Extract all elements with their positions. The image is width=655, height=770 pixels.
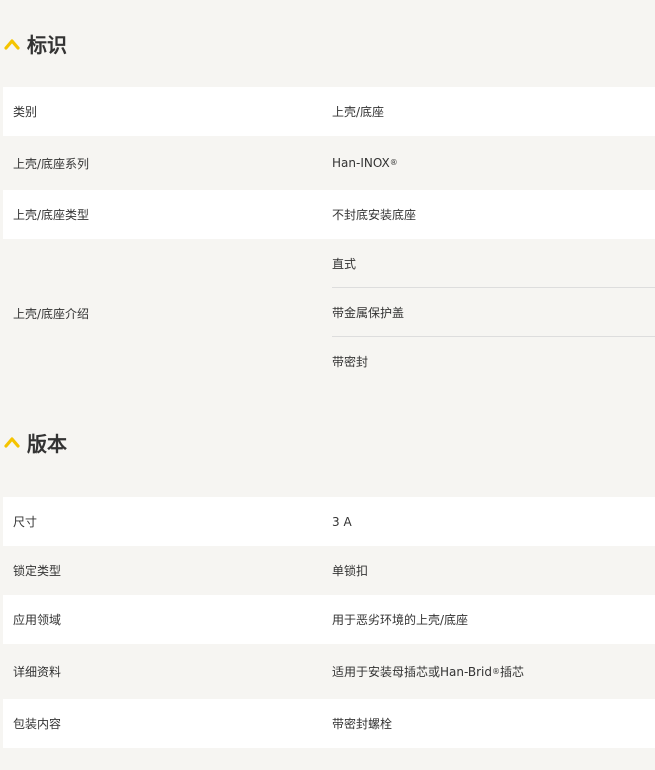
table-row: 上壳/底座介绍 直式 带金属保护盖 带密封 (3, 239, 655, 387)
chevron-up-icon (4, 38, 20, 50)
row-value: 3 A (332, 514, 352, 529)
list-item: 带密封 (332, 355, 369, 369)
row-value: 带密封螺栓 (332, 717, 393, 731)
row-value: 不封底安装底座 (332, 208, 417, 222)
row-label: 上壳/底座类型 (13, 208, 90, 222)
table-row: 应用领域 用于恶劣环境的上壳/底座 (3, 595, 655, 644)
chevron-up-icon (4, 437, 20, 448)
table-row: 类别 上壳/底座 (3, 87, 655, 136)
row-label: 上壳/底座系列 (13, 156, 90, 171)
row-value-list: 直式 带金属保护盖 带密封 (332, 239, 655, 387)
list-item: 直式 (332, 239, 655, 288)
row-value: 用于恶劣环境的上壳/底座 (332, 613, 469, 627)
version-table: 尺寸 3 A 锁定类型 单锁扣 应用领域 用于恶劣环境的上壳/底座 详细资料 适… (3, 497, 655, 748)
section-title: 版本 (27, 431, 67, 456)
row-value: Han-INOX (332, 156, 390, 170)
row-label: 类别 (13, 105, 38, 119)
section-header-identification[interactable]: 标识 (0, 0, 655, 87)
row-label: 详细资料 (13, 665, 62, 679)
row-label: 应用领域 (13, 613, 62, 627)
table-row: 详细资料 适用于安装母插芯或Han-Brid ® 插芯 (3, 644, 655, 699)
section-header-version[interactable]: 版本 (0, 387, 655, 497)
row-label: 包装内容 (13, 717, 62, 731)
table-row: 包装内容 带密封螺栓 (3, 699, 655, 748)
row-value-suffix: 插芯 (500, 665, 525, 679)
row-value: 单锁扣 (332, 564, 369, 578)
row-value: 上壳/底座 (332, 105, 385, 119)
row-label: 锁定类型 (13, 564, 62, 578)
table-row: 尺寸 3 A (3, 497, 655, 546)
table-row: 上壳/底座系列 Han-INOX ® (3, 136, 655, 190)
row-value-cell: 适用于安装母插芯或Han-Brid ® 插芯 (332, 665, 525, 679)
table-row: 上壳/底座类型 不封底安装底座 (3, 190, 655, 239)
list-item: 带金属保护盖 (332, 288, 655, 337)
row-value: 适用于安装母插芯或Han-Brid (332, 665, 493, 679)
table-row: 锁定类型 单锁扣 (3, 546, 655, 595)
row-value-cell: Han-INOX ® (332, 156, 398, 170)
section-title: 标识 (27, 33, 67, 57)
row-label: 上壳/底座介绍 (13, 306, 90, 321)
identification-table: 类别 上壳/底座 上壳/底座系列 Han-INOX ® 上壳/底座类型 不封底安装… (3, 87, 655, 387)
row-label: 尺寸 (13, 515, 38, 529)
